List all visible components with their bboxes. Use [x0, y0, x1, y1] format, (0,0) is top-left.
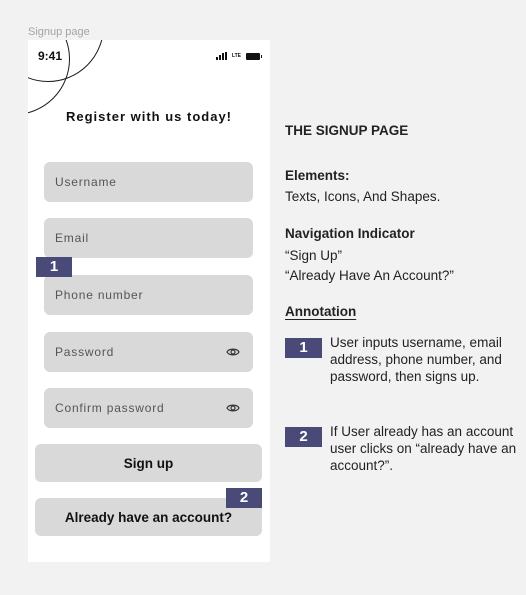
network-label: LTE [231, 53, 241, 59]
status-icons: LTE [215, 52, 262, 60]
eye-icon[interactable] [226, 401, 240, 415]
annotation-title: Annotation [285, 304, 357, 319]
phone-screen: 9:41 LTE Register with us today! Usernam… [28, 40, 270, 562]
password-placeholder: Password [55, 345, 115, 359]
annotation-badge-1: 1 [36, 257, 72, 277]
navigation-item: “Already Have An Account?” [285, 268, 454, 283]
annotation-text-2: If User already has an account user clic… [330, 424, 517, 473]
phone-number-placeholder: Phone number [55, 288, 144, 302]
email-placeholder: Email [55, 231, 90, 245]
username-field[interactable]: Username [44, 162, 253, 202]
battery-icon [246, 52, 262, 60]
username-placeholder: Username [55, 175, 117, 189]
eye-icon[interactable] [226, 345, 240, 359]
navigation-item: “Sign Up” [285, 248, 343, 263]
email-field[interactable]: Email [44, 218, 253, 258]
elements-text: Texts, Icons, And Shapes. [285, 189, 441, 204]
annotation-badge-1: 1 [285, 338, 322, 358]
confirm-password-placeholder: Confirm password [55, 401, 165, 415]
signal-bars-icon [215, 52, 227, 60]
annotation-text-1: User inputs username, email address, pho… [330, 335, 502, 384]
signup-button[interactable]: Sign up [35, 444, 262, 482]
annotation-badge-2: 2 [226, 488, 262, 508]
annotation-badge-2: 2 [285, 427, 322, 447]
page-heading: Register with us today! [65, 109, 233, 124]
password-field[interactable]: Password [44, 332, 253, 372]
phone-number-field[interactable]: Phone number [44, 275, 253, 315]
navigation-indicator-title: Navigation Indicator [285, 226, 415, 241]
notes-title: THE SIGNUP PAGE [285, 123, 409, 138]
frame-label: Signup page [28, 26, 90, 38]
status-time: 9:41 [38, 49, 63, 63]
elements-title: Elements: [285, 168, 350, 183]
confirm-password-field[interactable]: Confirm password [44, 388, 253, 428]
